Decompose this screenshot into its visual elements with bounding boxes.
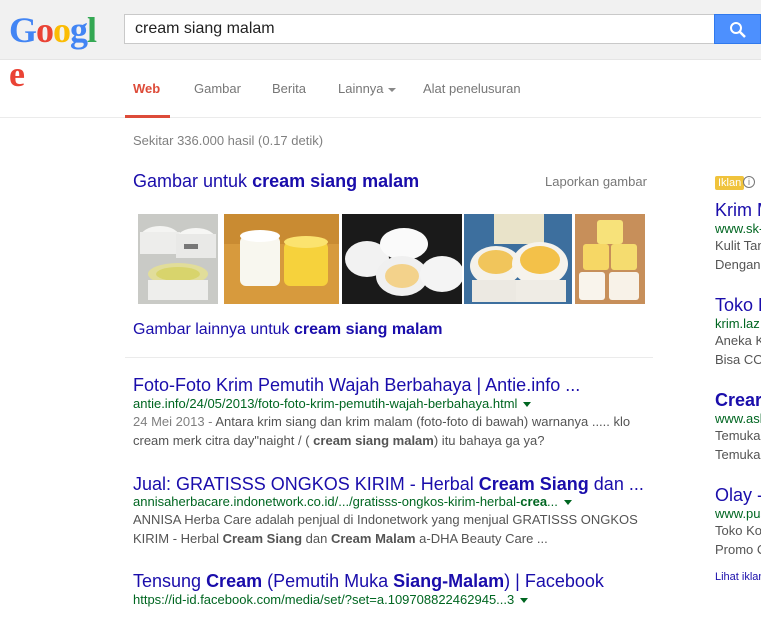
ad-title-link[interactable]: Toko K xyxy=(715,295,761,316)
ad-title-link[interactable]: Krim M xyxy=(715,200,761,221)
tab-alat-penelusuran[interactable]: Alat penelusuran xyxy=(423,81,521,96)
caret-down-icon[interactable] xyxy=(520,598,529,604)
image-results-heading[interactable]: Gambar untuk cream siang malam xyxy=(133,171,419,192)
logo-letter: o xyxy=(36,10,54,50)
result-title-text: Foto-Foto Krim Pemutih Wajah Berbahaya |… xyxy=(133,375,581,395)
snippet-text: ANNISA Herba Care adalah penjual di Indo… xyxy=(133,512,638,527)
snippet-text: Antara krim siang dan krim malam (foto-f… xyxy=(215,414,631,429)
result-url: https://id-id.facebook.com/media/set/?se… xyxy=(133,592,529,607)
caret-down-icon[interactable] xyxy=(523,402,532,408)
result-title-text: Tensung xyxy=(133,571,207,591)
google-logo[interactable]: Google xyxy=(9,8,104,94)
snippet-highlight: Cream Siang xyxy=(222,531,303,546)
caret-down-icon xyxy=(387,87,396,92)
result-url: antie.info/24/05/2013/foto-foto-krim-pem… xyxy=(133,396,532,411)
ad-text: Bisa CO xyxy=(715,352,761,367)
tab-lainnya-label: Lainnya xyxy=(338,81,384,96)
ad-text: Aneka K xyxy=(715,333,761,348)
snippet-highlight: Cream Malam xyxy=(330,531,416,546)
logo-letter: g xyxy=(70,10,88,50)
result-title-highlight: Siang-Malam xyxy=(393,571,505,591)
header-bar: Google cream siang malam xyxy=(0,0,761,94)
result-title-link[interactable]: Jual: GRATISSS ONGKOS KIRIM - Herbal Cre… xyxy=(133,474,644,495)
result-snippet: ANNISA Herba Care adalah penjual di Indo… xyxy=(133,510,638,548)
tab-lainnya[interactable]: Lainnya xyxy=(338,81,396,96)
search-input[interactable]: cream siang malam xyxy=(124,14,715,44)
ad-text: Toko Ko xyxy=(715,523,761,538)
result-title-link[interactable]: Foto-Foto Krim Pemutih Wajah Berbahaya |… xyxy=(133,375,580,396)
report-images-link[interactable]: Laporkan gambar xyxy=(545,174,647,189)
caret-down-icon[interactable] xyxy=(563,500,572,506)
tab-gambar[interactable]: Gambar xyxy=(194,81,241,96)
ad-text: Kulit Tan xyxy=(715,238,761,253)
ad-text: Dengan xyxy=(715,257,761,272)
result-url-text: annisaherbacare.indonetwork.co.id/.../gr… xyxy=(133,494,521,509)
snippet-text: dan xyxy=(302,531,331,546)
image-thumbnail[interactable] xyxy=(342,214,462,304)
result-title-text: ) | Facebook xyxy=(504,571,604,591)
result-url-text: https://id-id.facebook.com/media/set/?se… xyxy=(133,592,515,607)
logo-letter: l xyxy=(87,10,97,50)
result-snippet: 24 Mei 2013 - Antara krim siang dan krim… xyxy=(133,412,638,450)
result-url: annisaherbacare.indonetwork.co.id/.../gr… xyxy=(133,494,572,509)
ad-url: www.sk- xyxy=(715,221,761,236)
tab-berita[interactable]: Berita xyxy=(272,81,306,96)
divider xyxy=(125,357,653,358)
snippet-text: ) itu bahaya ga ya? xyxy=(433,433,545,448)
ad-text: Promo C xyxy=(715,542,761,557)
image-thumbnail[interactable] xyxy=(138,214,218,304)
info-icon[interactable]: i xyxy=(743,176,755,188)
snippet-text: a-DHA Beauty Care ... xyxy=(415,531,548,546)
result-stats: Sekitar 336.000 hasil (0.17 detik) xyxy=(133,133,324,148)
result-url-highlight: crea xyxy=(520,494,548,509)
result-title-highlight: Cream xyxy=(206,571,263,591)
result-title-text: dan ... xyxy=(588,474,644,494)
tab-web[interactable]: Web xyxy=(133,81,160,96)
result-url-text: ... xyxy=(547,494,558,509)
result-title-link[interactable]: Tensung Cream (Pemutih Muka Siang-Malam)… xyxy=(133,571,604,592)
ad-title-link[interactable]: Crear xyxy=(715,390,761,411)
snippet-text: KIRIM - Herbal xyxy=(133,531,223,546)
ad-text: Temuka xyxy=(715,447,761,462)
image-heading-query: cream siang malam xyxy=(252,171,420,191)
see-more-ads-link[interactable]: Lihat iklan xyxy=(715,571,761,583)
active-tab-indicator xyxy=(125,115,170,118)
result-url-text: antie.info/24/05/2013/foto-foto-krim-pem… xyxy=(133,396,518,411)
result-date: 24 Mei 2013 - xyxy=(133,414,216,429)
logo-letter: G xyxy=(9,10,37,50)
ad-badge: Iklan xyxy=(715,176,745,190)
ad-url: krim.laz xyxy=(715,316,760,331)
snippet-text: cream merk citra day"naight / ( xyxy=(133,433,314,448)
magnifier-icon xyxy=(730,22,746,38)
result-title-text: (Pemutih Muka xyxy=(262,571,394,591)
image-heading-prefix: Gambar untuk xyxy=(133,171,253,191)
image-thumbnail[interactable] xyxy=(575,214,645,304)
logo-letter: o xyxy=(53,10,71,50)
more-images-query: cream siang malam xyxy=(293,321,443,338)
search-button[interactable] xyxy=(714,14,761,44)
image-thumbnail[interactable] xyxy=(464,214,572,304)
result-title-highlight: Cream Siang xyxy=(478,474,589,494)
ad-title-link[interactable]: Olay - xyxy=(715,485,761,506)
image-thumbnail[interactable] xyxy=(224,214,339,304)
ad-url: www.asl xyxy=(715,411,761,426)
ad-text: Temuka xyxy=(715,428,761,443)
ad-url: www.pus xyxy=(715,506,761,521)
more-images-prefix: Gambar lainnya untuk xyxy=(133,321,294,338)
search-tabs: Web Gambar Berita Lainnya Alat penelusur… xyxy=(0,60,761,118)
snippet-highlight: cream siang malam xyxy=(313,433,434,448)
result-title-text: Jual: GRATISSS ONGKOS KIRIM - Herbal xyxy=(133,474,479,494)
more-images-link[interactable]: Gambar lainnya untuk cream siang malam xyxy=(133,321,443,339)
